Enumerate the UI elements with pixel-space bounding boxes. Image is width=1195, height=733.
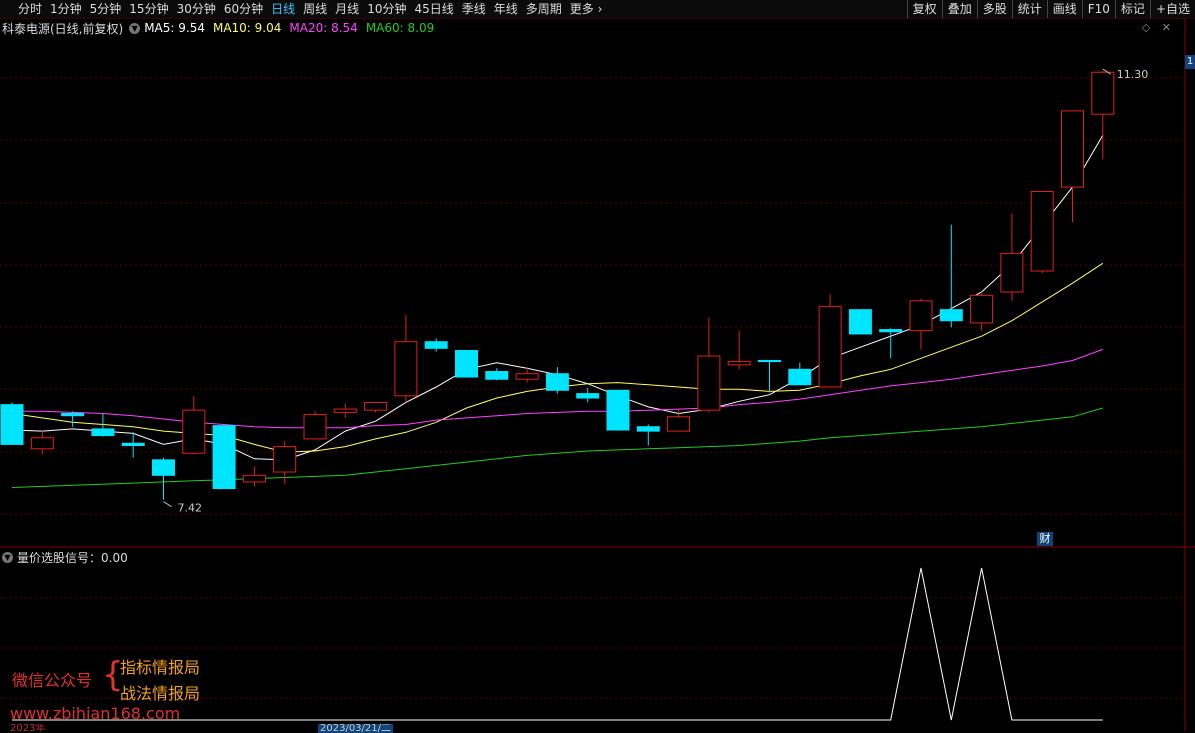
toolbar-button-2[interactable]: 多股 <box>976 0 1012 18</box>
candle-body-25 <box>758 359 781 363</box>
toolbar-button-5[interactable]: F10 <box>1081 0 1115 18</box>
watermark-wechat: 微信公众号 <box>12 671 93 690</box>
candle-body-31 <box>939 309 963 322</box>
candle-body-15 <box>455 350 478 378</box>
candle-body-32 <box>970 294 994 324</box>
candle-body-14 <box>424 341 448 349</box>
high-label: 11.30 <box>1117 68 1149 81</box>
ma10-label: MA10: 9.04 <box>212 21 282 35</box>
tab-6[interactable]: 日线 <box>267 0 299 18</box>
tab-2[interactable]: 5分钟 <box>86 0 126 18</box>
candle-body-27 <box>818 305 842 388</box>
candle-body-2 <box>61 412 85 417</box>
close-icon[interactable]: ✕ <box>1162 21 1171 34</box>
candle-body-30 <box>909 300 933 332</box>
candle-body-34 <box>1030 191 1054 272</box>
candle-body-22 <box>667 416 691 432</box>
toolbar-button-7[interactable]: +自选 <box>1149 0 1195 18</box>
candle-body-10 <box>303 414 327 440</box>
toolbar-button-6[interactable]: 标记 <box>1114 0 1150 18</box>
candle-body-4 <box>121 442 145 447</box>
candle-body-13 <box>394 341 418 397</box>
ma5-label: MA5: 9.54 <box>144 21 205 35</box>
ma20-label: MA20: 8.54 <box>289 21 358 35</box>
candle-body-21 <box>636 426 660 432</box>
stock-title: 科泰电源(日线,前复权) <box>2 21 124 36</box>
tab-9[interactable]: 10分钟 <box>363 0 410 18</box>
chevron-down-icon[interactable]: ▼ <box>129 22 141 34</box>
watermark-line1: 指标情报局 <box>120 658 201 677</box>
tab-12[interactable]: 年线 <box>490 0 522 18</box>
candle-body-24 <box>727 361 751 366</box>
chevron-down-icon[interactable]: ▼ <box>2 551 13 563</box>
candle-body-1 <box>30 437 54 450</box>
tab-0[interactable]: 分时 <box>14 0 46 18</box>
candle-body-36 <box>1091 71 1115 115</box>
candle-body-33 <box>1000 252 1024 293</box>
ma60-label: MA60: 8.09 <box>365 21 435 35</box>
watermark-line2: 战法情报局 <box>120 684 201 703</box>
tab-5[interactable]: 60分钟 <box>220 0 267 18</box>
tab-13[interactable]: 多周期 <box>522 0 566 18</box>
candle-body-29 <box>879 329 903 333</box>
indicator-legend: ▼ 量价选股信号：0.00 <box>2 549 128 565</box>
tab-10[interactable]: 45日线 <box>410 0 457 18</box>
toolbar-button-3[interactable]: 统计 <box>1011 0 1047 18</box>
period-toolbar: 分时 1分钟 5分钟 15分钟 30分钟 60分钟 日线 周线 月线 10分钟 45日线 季线 年线 多周… <box>0 0 1195 19</box>
indicator-label: 量价选股信号：0.00 <box>17 550 128 565</box>
kline-chart[interactable]: 11.30 7.42 <box>0 0 1195 731</box>
tab-1[interactable]: 1分钟 <box>46 0 86 18</box>
candle-body-7 <box>212 425 236 490</box>
candle-body-9 <box>273 446 297 473</box>
candle-body-0 <box>0 404 24 445</box>
tab-3[interactable]: 15分钟 <box>125 0 172 18</box>
toolbar-right-buttons: 复权 叠加 多股 统计 画线 F10 标记 +自选 <box>906 0 1195 18</box>
tab-8[interactable]: 月线 <box>331 0 363 18</box>
candle-body-35 <box>1061 110 1084 188</box>
diamond-icon[interactable]: ◇ <box>1142 21 1150 34</box>
candle-body-26 <box>788 368 812 386</box>
period-tabs: 分时 1分钟 5分钟 15分钟 30分钟 60分钟 日线 周线 月线 10分钟 45日线 季线 年线 多周… <box>14 0 606 18</box>
candle-body-20 <box>606 389 630 431</box>
finance-badge[interactable]: 财 <box>1037 532 1053 546</box>
toolbar-button-1[interactable]: 叠加 <box>941 0 977 18</box>
candle-body-18 <box>545 373 569 391</box>
tab-14[interactable]: 更多 <box>566 0 607 18</box>
tab-4[interactable]: 30分钟 <box>173 0 220 18</box>
main-legend: 科泰电源(日线,前复权) ▼ MA5: 9.54 MA10: 9.04 MA20… <box>2 19 442 37</box>
candle-body-16 <box>485 371 509 380</box>
low-marker <box>163 501 172 508</box>
candle-body-3 <box>91 428 115 437</box>
low-label: 7.42 <box>178 502 203 515</box>
tab-11[interactable]: 季线 <box>458 0 490 18</box>
candle-body-23 <box>697 355 721 411</box>
ma-line-ma5 <box>11 134 1104 461</box>
candle-body-17 <box>515 373 539 380</box>
ma-line-ma10 <box>11 262 1104 453</box>
candle-body-28 <box>848 309 872 335</box>
tab-7[interactable]: 周线 <box>299 0 331 18</box>
toolbar-button-0[interactable]: 复权 <box>906 0 942 18</box>
corner-icons: ◇ ✕ <box>1134 21 1171 34</box>
page-marker[interactable]: 1 <box>1185 55 1195 69</box>
candle-body-5 <box>152 459 175 476</box>
candle-body-11 <box>333 408 357 413</box>
toolbar-button-4[interactable]: 画线 <box>1046 0 1082 18</box>
bottom-date: 2023/03/21/二 <box>318 724 394 733</box>
watermark-url: www.zbihian168.com <box>10 704 181 723</box>
candle-body-6 <box>182 409 206 454</box>
candle-body-8 <box>242 474 266 483</box>
candle-body-12 <box>364 401 388 411</box>
candle-body-19 <box>576 393 600 399</box>
bottom-year: 2023年 <box>10 724 46 733</box>
